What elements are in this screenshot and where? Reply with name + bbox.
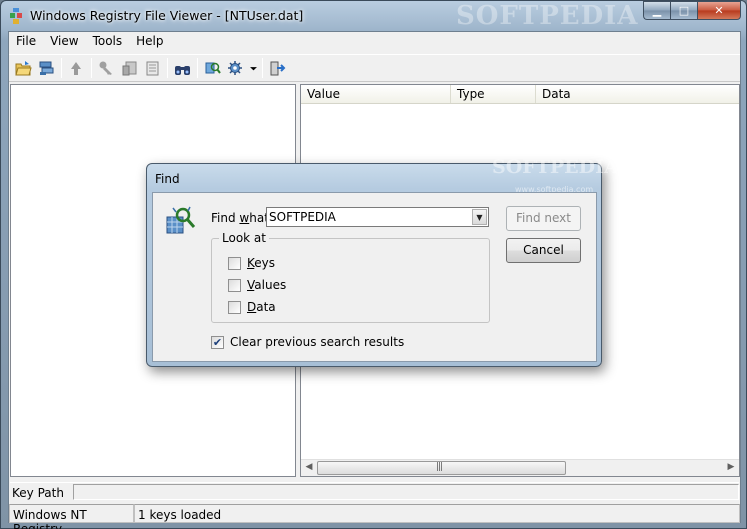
open-button[interactable] [12, 57, 35, 79]
find-what-input[interactable]: SOFTPEDIA [269, 210, 336, 224]
title-bar[interactable]: Windows Registry File Viewer - [NTUser.d… [1, 1, 746, 31]
find-what-label: Find what: [211, 211, 273, 225]
clear-results-checkbox-row[interactable]: ✔ Clear previous search results [211, 335, 404, 349]
dropdown-arrow-icon [249, 66, 257, 70]
find-icon [175, 65, 190, 75]
keys-checkbox-row[interactable]: Keys [228, 256, 275, 270]
properties-button[interactable] [141, 57, 164, 79]
toolbar [9, 54, 740, 82]
status-bar: Windows NT Registry 1 keys loaded [9, 504, 740, 529]
keys-checkbox[interactable] [228, 256, 241, 270]
open-registry-icon [39, 61, 54, 75]
grip-icon: ||| [436, 462, 443, 472]
status-registry-type: Windows NT Registry [9, 504, 134, 529]
keys-label: Keys [247, 256, 276, 270]
column-type[interactable]: Type [451, 85, 536, 103]
settings-dropdown-button[interactable] [247, 57, 259, 79]
values-label: Values [247, 278, 287, 292]
values-checkbox-row[interactable]: Values [228, 278, 286, 292]
find-key-icon [205, 62, 221, 74]
clear-results-label: Clear previous search results [230, 335, 405, 349]
settings-button[interactable] [224, 57, 247, 79]
maximize-button[interactable]: □ [670, 1, 697, 20]
title-watermark: SOFTPEDIA [456, 1, 639, 31]
data-label: Data [247, 300, 276, 314]
key-path-bar: Key Path [10, 482, 739, 501]
column-value[interactable]: Value [301, 85, 451, 103]
menu-view[interactable]: View [43, 32, 85, 52]
dialog-watermark: SOFTPEDIA [492, 156, 619, 178]
app-icon [10, 8, 22, 24]
toolbar-separator [167, 58, 168, 78]
window-title: Windows Registry File Viewer - [NTUser.d… [30, 8, 304, 23]
cancel-button[interactable]: Cancel [506, 238, 581, 263]
values-checkbox[interactable] [228, 278, 241, 292]
data-checkbox[interactable] [228, 300, 241, 314]
close-button[interactable]: ✕ [697, 1, 741, 20]
find-key-button[interactable] [201, 57, 224, 79]
key-path-label: Key Path [12, 486, 64, 500]
scroll-left-icon[interactable]: ◀ [302, 462, 316, 474]
horizontal-scrollbar[interactable]: ◀ ||| ▶ [301, 459, 739, 476]
key-button[interactable] [95, 57, 118, 79]
look-at-label: Look at [219, 231, 269, 245]
menu-help[interactable]: Help [129, 32, 170, 52]
column-data[interactable]: Data [536, 85, 739, 103]
toolbar-separator [197, 58, 198, 78]
find-dialog-body: Find what: SOFTPEDIA ▼ Find next Cancel … [152, 192, 597, 362]
maximize-icon: □ [678, 4, 690, 17]
settings-icon [228, 60, 242, 75]
list-header: Value Type Data [301, 85, 739, 104]
find-button[interactable] [171, 57, 194, 79]
clear-results-checkbox[interactable]: ✔ [211, 335, 224, 349]
up-icon [71, 61, 81, 75]
status-keys-loaded: 1 keys loaded [134, 504, 740, 523]
find-next-button[interactable]: Find next [506, 206, 581, 231]
key-path-field[interactable] [73, 484, 739, 500]
exit-icon [270, 61, 286, 75]
find-what-combobox[interactable]: SOFTPEDIA ▼ [266, 207, 489, 227]
open-folder-icon [15, 60, 32, 75]
scroll-right-icon[interactable]: ▶ [724, 462, 738, 474]
minimize-icon: ▁ [652, 4, 662, 17]
export-button[interactable] [118, 57, 141, 79]
chevron-down-icon[interactable]: ▼ [472, 209, 487, 225]
find-dialog: Find SOFTPEDIA www.softpedia.com Find wh… [146, 156, 619, 367]
minimize-button[interactable]: ▁ [643, 1, 670, 20]
toolbar-separator [91, 58, 92, 78]
export-icon [122, 61, 137, 75]
close-icon: ✕ [714, 4, 724, 17]
find-dialog-title: Find [155, 172, 180, 186]
properties-icon [146, 61, 159, 75]
checkmark-icon: ✔ [212, 335, 223, 349]
menu-tools[interactable]: Tools [86, 32, 130, 52]
menu-bar: File View Tools Help [9, 32, 740, 52]
toolbar-separator [61, 58, 62, 78]
open-registry-button[interactable] [35, 57, 58, 79]
scroll-thumb[interactable]: ||| [317, 461, 566, 475]
data-checkbox-row[interactable]: Data [228, 300, 276, 314]
exit-button[interactable] [266, 57, 289, 79]
find-search-icon [166, 206, 196, 234]
main-window: Windows Registry File Viewer - [NTUser.d… [0, 0, 747, 529]
toolbar-separator [262, 58, 263, 78]
key-icon [99, 61, 112, 75]
up-button[interactable] [65, 57, 88, 79]
menu-file[interactable]: File [9, 32, 43, 52]
